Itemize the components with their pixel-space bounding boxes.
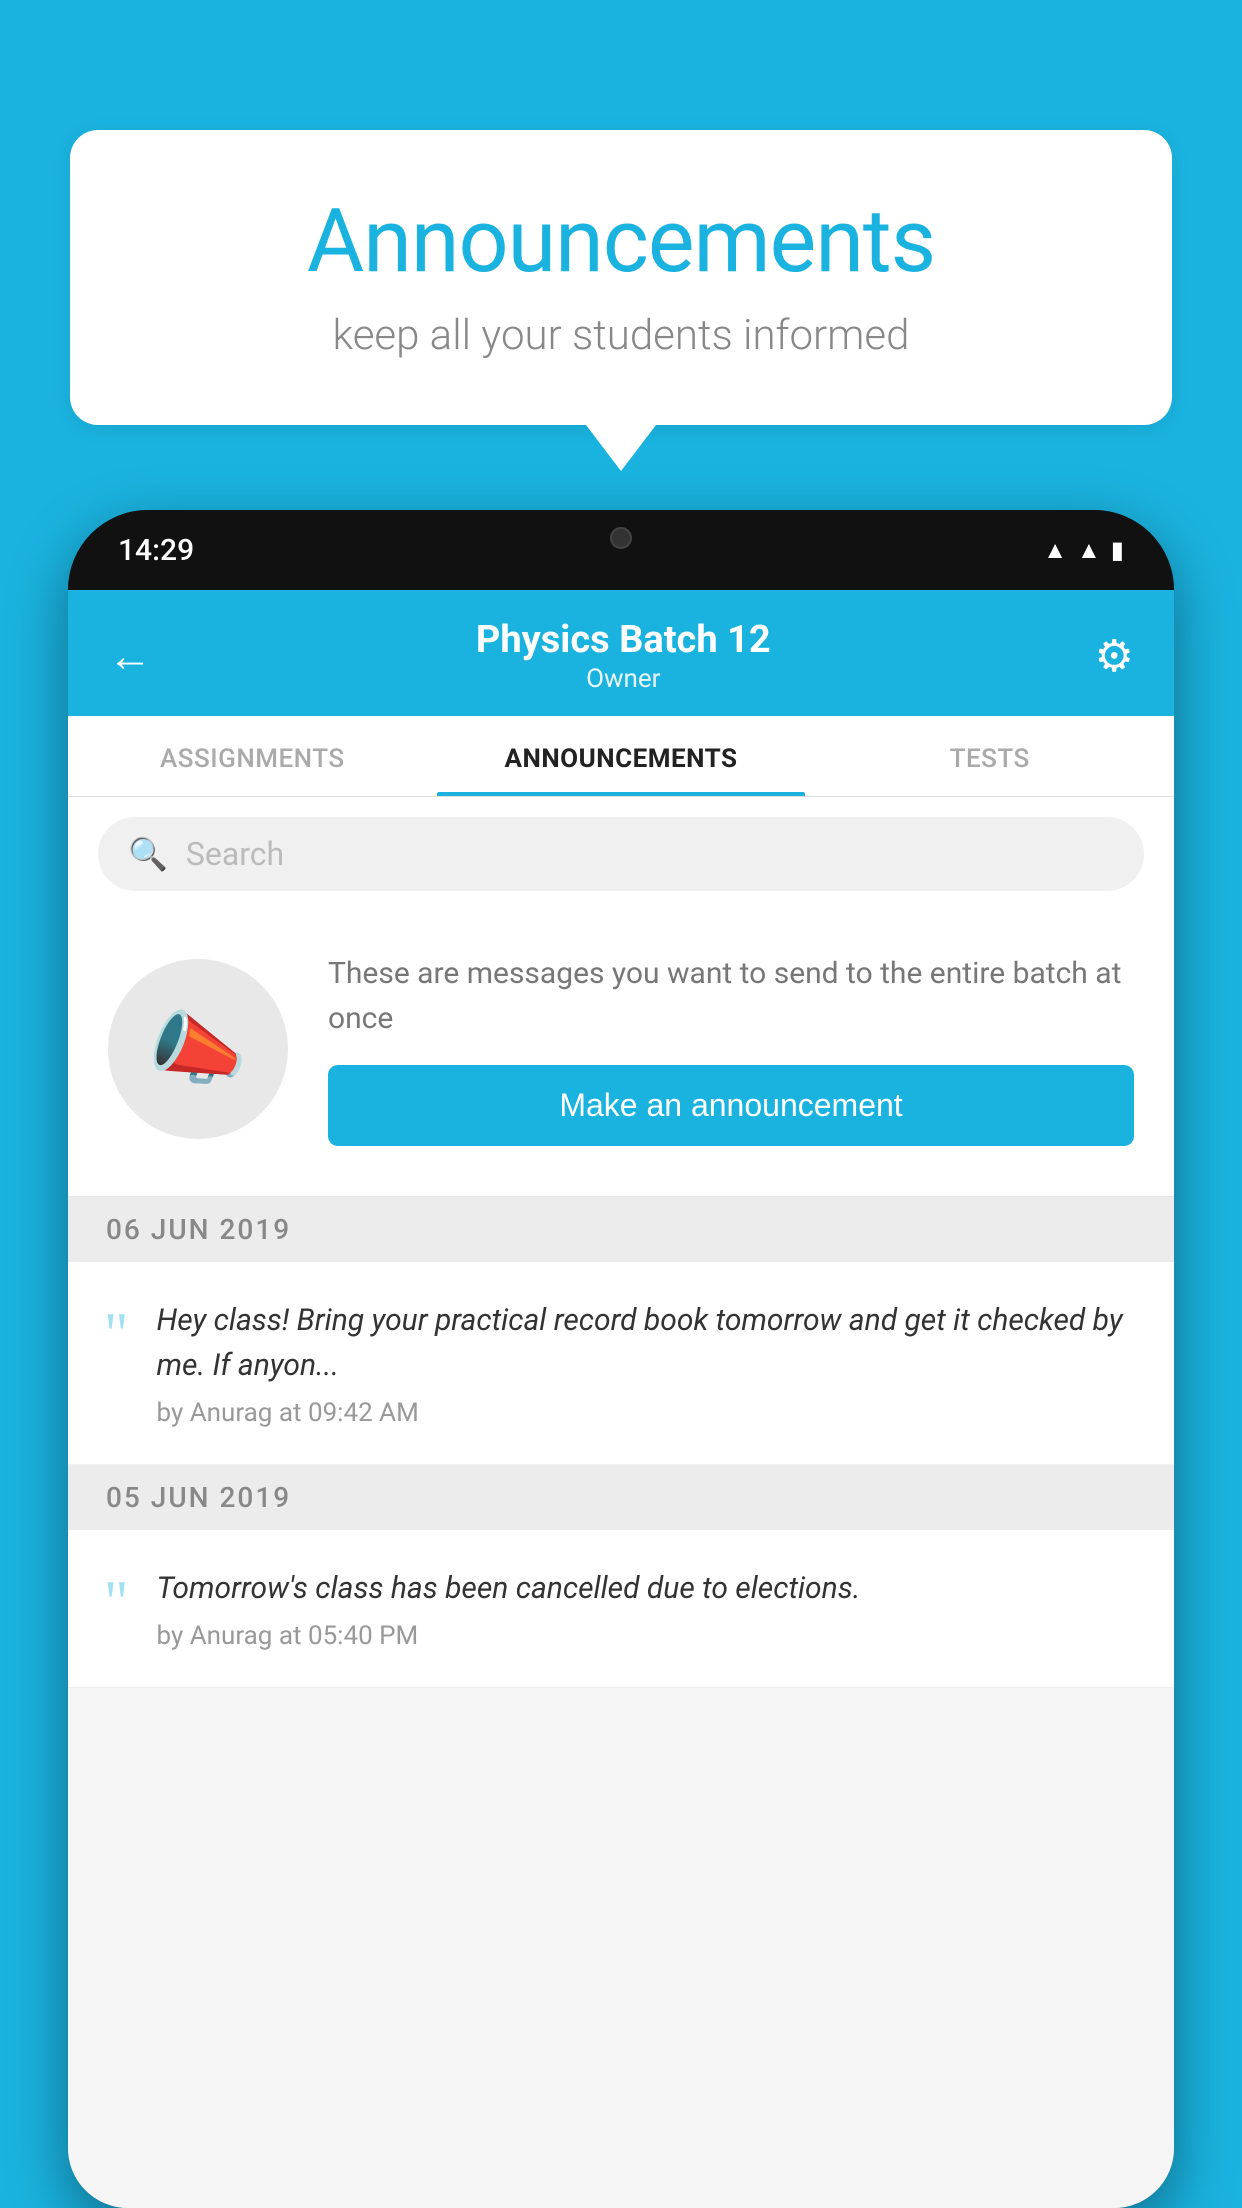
search-section: 🔍 Search: [68, 797, 1174, 911]
back-button[interactable]: ←: [108, 630, 152, 682]
speech-bubble-section: Announcements keep all your students inf…: [70, 130, 1172, 425]
announcement-item-1: " Hey class! Bring your practical record…: [68, 1262, 1174, 1465]
header-center: Physics Batch 12 Owner: [476, 618, 771, 694]
date-divider-2: 05 JUN 2019: [68, 1465, 1174, 1530]
announcement-message-1: Hey class! Bring your practical record b…: [157, 1298, 1135, 1388]
announcement-icon-circle: 📣: [108, 959, 288, 1139]
announcement-meta-2: by Anurag at 05:40 PM: [157, 1621, 1135, 1651]
search-placeholder: Search: [186, 835, 284, 873]
announcement-description: These are messages you want to send to t…: [328, 951, 1134, 1041]
app-header: ← Physics Batch 12 Owner ⚙: [68, 590, 1174, 716]
phone-notch: [551, 510, 691, 565]
phone-frame: 14:29 ▲ ▲ ▮ ← Physics Batch 12 Owner ⚙ A…: [68, 510, 1174, 2208]
quote-icon-1: ": [104, 1304, 129, 1364]
announcement-meta-1: by Anurag at 09:42 AM: [157, 1398, 1135, 1428]
tab-tests[interactable]: TESTS: [805, 716, 1174, 796]
announcement-prompt-right: These are messages you want to send to t…: [328, 951, 1134, 1146]
screen-content: 🔍 Search 📣 These are messages you want t…: [68, 797, 1174, 2208]
announcement-prompt: 📣 These are messages you want to send to…: [68, 911, 1174, 1197]
announcement-text-2: Tomorrow's class has been cancelled due …: [157, 1566, 1135, 1651]
phone-screen: ← Physics Batch 12 Owner ⚙ ASSIGNMENTS A…: [68, 590, 1174, 2208]
batch-role: Owner: [476, 664, 771, 694]
tab-assignments[interactable]: ASSIGNMENTS: [68, 716, 437, 796]
wifi-icon: ▲: [1043, 536, 1067, 565]
phone-camera: [610, 527, 632, 549]
bubble-subtitle: keep all your students informed: [150, 311, 1092, 360]
status-icons: ▲ ▲ ▮: [1043, 536, 1124, 565]
settings-icon[interactable]: ⚙: [1095, 630, 1134, 682]
bubble-title: Announcements: [150, 190, 1092, 293]
date-divider-1: 06 JUN 2019: [68, 1197, 1174, 1262]
quote-icon-2: ": [104, 1572, 129, 1632]
battery-icon: ▮: [1111, 536, 1124, 564]
search-icon: 🔍: [128, 835, 168, 873]
tabs-bar: ASSIGNMENTS ANNOUNCEMENTS TESTS: [68, 716, 1174, 797]
announcement-message-2: Tomorrow's class has been cancelled due …: [157, 1566, 1135, 1611]
batch-title: Physics Batch 12: [476, 618, 771, 662]
signal-icon: ▲: [1077, 536, 1101, 565]
speech-bubble-card: Announcements keep all your students inf…: [70, 130, 1172, 425]
search-box[interactable]: 🔍 Search: [98, 817, 1144, 891]
status-time: 14:29: [118, 533, 194, 568]
announcement-item-2: " Tomorrow's class has been cancelled du…: [68, 1530, 1174, 1688]
announcement-text-1: Hey class! Bring your practical record b…: [157, 1298, 1135, 1428]
tab-announcements[interactable]: ANNOUNCEMENTS: [437, 716, 806, 796]
status-bar: 14:29 ▲ ▲ ▮: [68, 510, 1174, 590]
make-announcement-button[interactable]: Make an announcement: [328, 1065, 1134, 1146]
megaphone-icon: 📣: [148, 1002, 248, 1096]
